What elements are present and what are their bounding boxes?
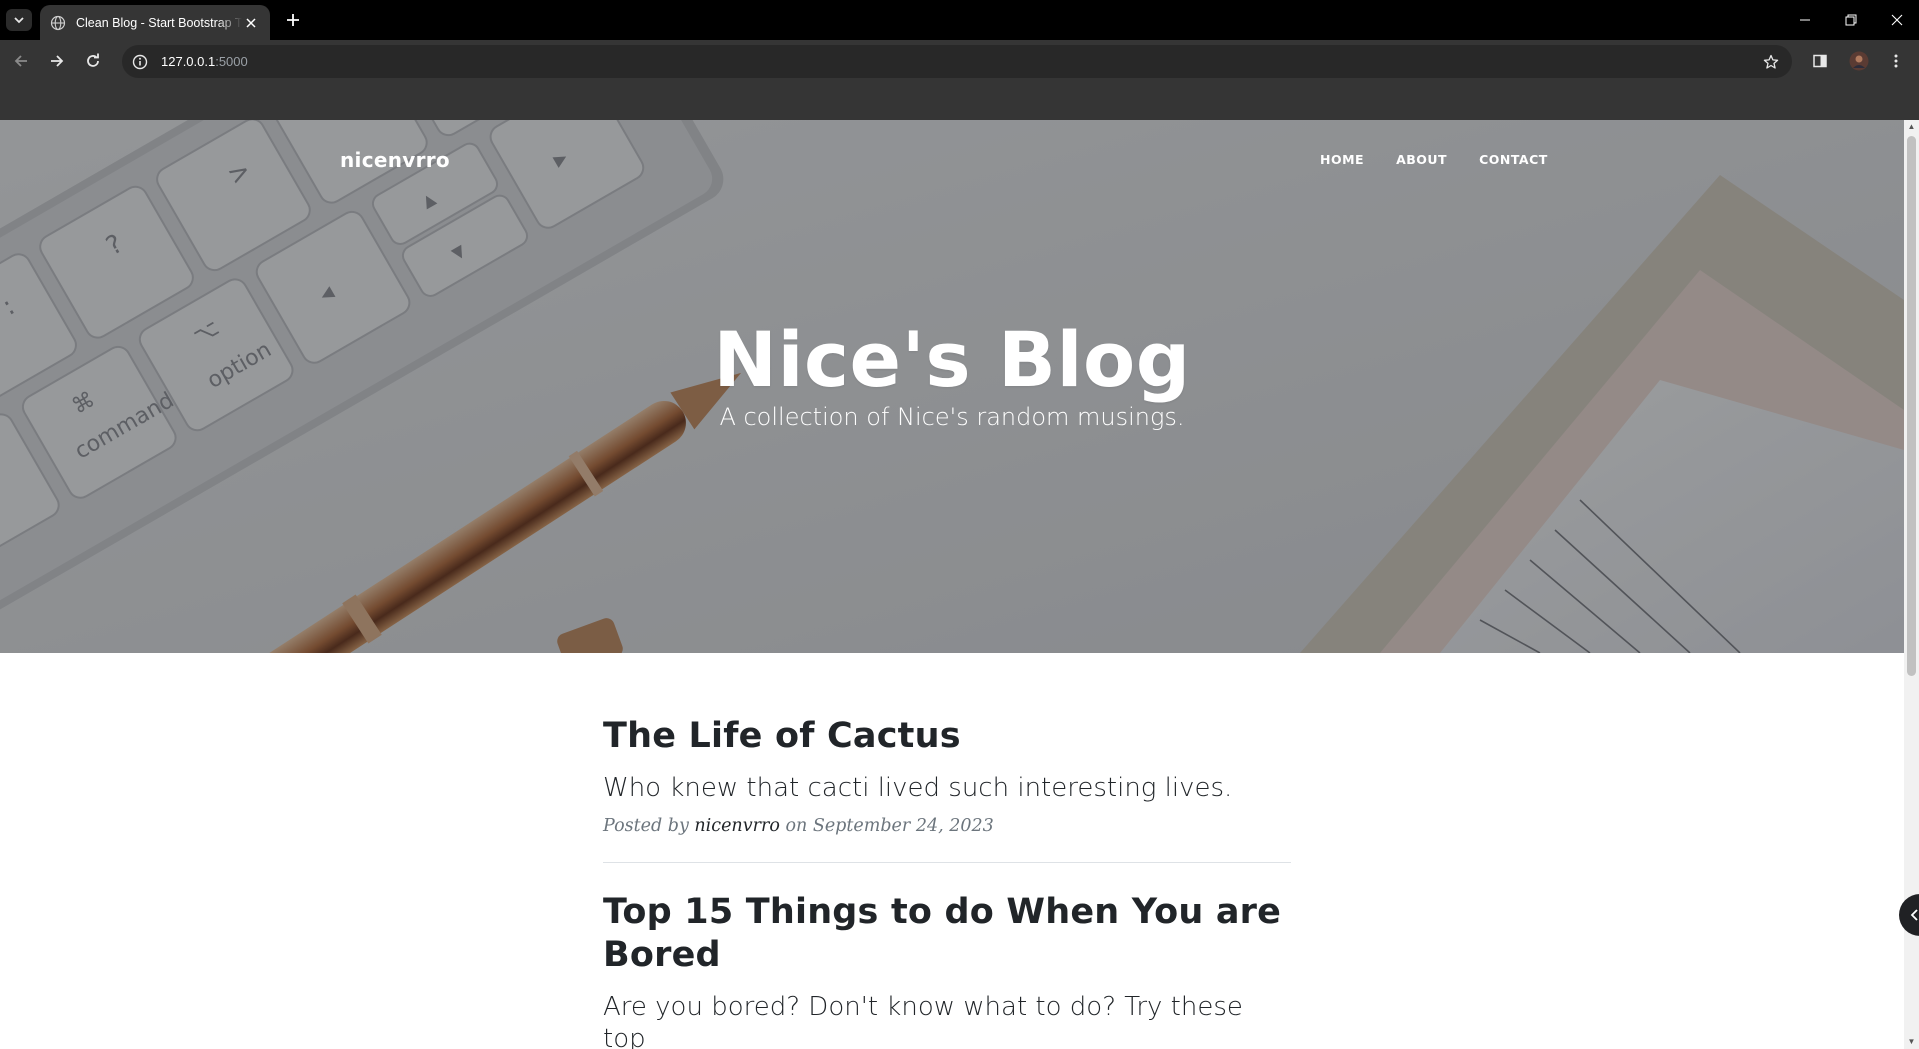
scroll-down-arrow[interactable]: ▼	[1907, 1037, 1916, 1046]
bookmark-bar	[0, 82, 1919, 120]
arrow-right-icon	[51, 55, 64, 67]
post-title[interactable]: The Life of Cactus	[603, 715, 1291, 758]
post-subtitle[interactable]: Who knew that cacti lived such interesti…	[603, 772, 1291, 804]
page-viewport: L : ? < command option ⌘ ⌥ > ▲ ▼ ▶ ◀	[0, 120, 1904, 1049]
info-icon[interactable]	[130, 52, 150, 72]
url-port: :5000	[215, 54, 248, 69]
reload-button[interactable]	[81, 49, 105, 73]
page-title: Nice's Blog	[713, 315, 1191, 404]
star-icon[interactable]	[1760, 51, 1782, 73]
nav-contact[interactable]: CONTACT	[1479, 152, 1548, 167]
address-bar[interactable]: 127.0.0.1:5000	[122, 45, 1792, 78]
site-brand[interactable]: nicenvrro	[340, 148, 450, 172]
minimize-icon	[1800, 19, 1810, 21]
scroll-up-arrow[interactable]: ▲	[1907, 122, 1916, 131]
post-meta-on: on	[785, 816, 808, 836]
nav-home[interactable]: HOME	[1320, 152, 1364, 167]
tab-title: Clean Blog - Start Bootstrap Theme	[76, 15, 243, 30]
window-close-button[interactable]	[1874, 0, 1919, 40]
post-preview[interactable]: The Life of Cactus Who knew that cacti l…	[603, 715, 1291, 836]
tab-search-button[interactable]	[6, 9, 32, 31]
arrow-left-icon	[14, 55, 27, 67]
chevron-down-icon	[14, 17, 24, 24]
restore-button[interactable]	[1828, 0, 1874, 40]
side-panel-icon	[1813, 54, 1827, 68]
globe-icon	[50, 15, 66, 30]
new-tab-button[interactable]	[282, 9, 304, 31]
browser-tab-active[interactable]: Clean Blog - Start Bootstrap Theme	[40, 5, 270, 40]
menu-button[interactable]	[1884, 49, 1908, 73]
main-nav: HOME ABOUT CONTACT	[1320, 152, 1580, 167]
post-author-link[interactable]: nicenvrro	[694, 816, 779, 836]
browser-toolbar: 127.0.0.1:5000	[0, 40, 1919, 82]
post-preview[interactable]: Top 15 Things to do When You are Bored A…	[603, 891, 1291, 1049]
side-panel-button[interactable]	[1808, 49, 1832, 73]
close-icon[interactable]	[242, 14, 260, 32]
close-icon	[1891, 14, 1903, 26]
reload-icon	[87, 53, 99, 67]
minimize-button[interactable]	[1782, 0, 1828, 40]
post-title[interactable]: Top 15 Things to do When You are Bored	[603, 891, 1291, 977]
forward-button[interactable]	[45, 49, 69, 73]
post-list: The Life of Cactus Who knew that cacti l…	[603, 715, 1291, 1049]
url-host: 127.0.0.1	[161, 54, 216, 69]
back-button[interactable]	[9, 49, 33, 73]
scrollbar-thumb[interactable]	[1907, 136, 1916, 676]
kebab-menu-icon	[1894, 54, 1898, 68]
page-subtitle: A collection of Nice's random musings.	[719, 403, 1185, 431]
post-date: September 24, 2023	[812, 816, 994, 836]
post-divider	[603, 862, 1291, 863]
post-meta: Posted by nicenvrro on September 24, 202…	[603, 816, 1291, 836]
chevron-left-icon	[1910, 909, 1918, 921]
restore-icon	[1845, 14, 1857, 26]
masthead: L : ? < command option ⌘ ⌥ > ▲ ▼ ▶ ◀	[0, 120, 1904, 653]
post-meta-prefix: Posted by	[603, 816, 689, 836]
tab-strip: Clean Blog - Start Bootstrap Theme	[0, 0, 1919, 40]
post-subtitle[interactable]: Are you bored? Don't know what to do? Tr…	[603, 991, 1291, 1049]
plus-icon	[287, 14, 299, 26]
avatar[interactable]	[1847, 49, 1871, 73]
nav-about[interactable]: ABOUT	[1396, 152, 1447, 167]
